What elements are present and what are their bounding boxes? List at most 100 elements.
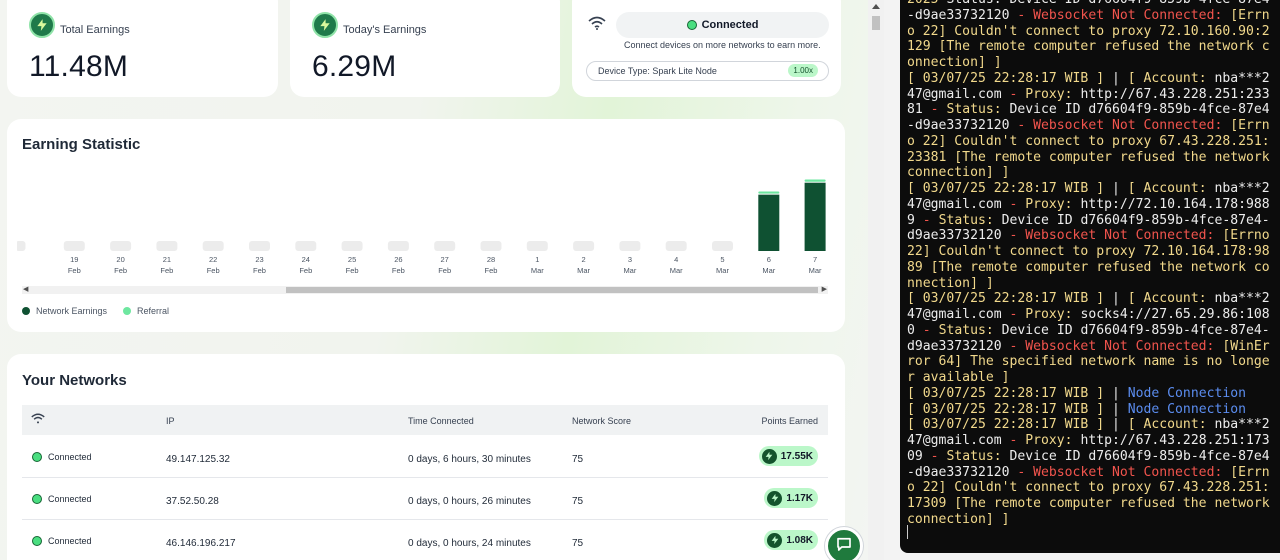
bar-referral	[758, 191, 780, 194]
earning-chart: 19Feb20Feb21Feb22Feb23Feb24Feb25Feb26Feb…	[17, 179, 826, 275]
empty-bar	[480, 241, 502, 251]
todays-earnings-value: 6.29M	[312, 50, 397, 83]
multiplier-badge: 1.00x	[788, 64, 818, 77]
terminal-text-segment: Node Connection	[1127, 401, 1246, 417]
terminal-text-segment: 2025	[907, 0, 939, 7]
header-time-connected: Time Connected	[408, 416, 474, 426]
terminal-window: 2025-Status: Device ID d76604f9-859b-4fc…	[884, 0, 1280, 560]
total-earnings-card: Total Earnings 11.48M	[7, 0, 278, 97]
lightning-icon	[767, 532, 783, 548]
terminal-text-segment: -	[930, 448, 947, 464]
connection-status-text: Connected	[701, 19, 759, 31]
points-badge: 17.55K	[758, 446, 818, 466]
terminal-text-segment: [ Account:	[1127, 291, 1215, 307]
terminal-text-segment: [ Account:	[1127, 181, 1215, 196]
header-points-earned: Points Earned	[761, 416, 818, 426]
x-tick-day: 2	[582, 255, 586, 264]
x-tick-day: 24	[302, 255, 310, 264]
x-tick-month: Feb	[253, 266, 266, 275]
terminal-text-segment: |	[1111, 291, 1128, 307]
empty-bar	[202, 241, 224, 251]
chart-scroll-thumb[interactable]	[286, 287, 818, 293]
your-networks-card: Your Networks IP Time Connected Network …	[7, 354, 845, 560]
terminal-text-segment: [ 03/07/25 22:28:17 WIB ]	[907, 385, 1112, 401]
legend-label-network: Network Earnings	[36, 306, 108, 316]
x-tick-month: Mar	[716, 266, 729, 275]
terminal-text-segment: - Websocket Not Connected:	[1009, 338, 1223, 354]
terminal-text-segment: [ Account:	[1127, 70, 1215, 86]
connection-card: Connected Connect devices on more networ…	[572, 0, 841, 97]
page-scroll-thumb[interactable]	[872, 16, 880, 30]
chevron-right-icon[interactable]: ▶	[822, 285, 827, 293]
chevron-left-icon[interactable]: ◀	[23, 285, 28, 293]
x-tick-month: Mar	[809, 266, 822, 275]
x-tick-month: Feb	[160, 266, 173, 275]
your-networks-title: Your Networks	[22, 372, 127, 389]
x-tick-day: 20	[116, 255, 124, 264]
terminal-text-segment: -	[922, 212, 939, 228]
empty-bar	[665, 241, 687, 251]
terminal-text-segment: |	[1111, 417, 1128, 433]
status-text: Connected	[48, 536, 92, 546]
row-time-connected: 0 days, 0 hours, 26 minutes	[408, 496, 531, 507]
empty-bar	[17, 241, 26, 251]
x-tick-day: 25	[348, 255, 356, 264]
todays-earnings-label: Today's Earnings	[343, 24, 427, 36]
x-tick-month: Mar	[531, 266, 544, 275]
lightning-icon	[767, 490, 783, 506]
x-tick-day: 23	[255, 255, 263, 264]
terminal-text-segment: Node Connection	[1127, 385, 1246, 401]
earning-statistic-card: Earning Statistic 19 Feb 20 Feb 21 Feb 22 Feb 23…	[7, 119, 845, 332]
dashboard: Total Earnings 11.48M Today's Earnings 6…	[0, 0, 868, 560]
terminal-text-segment: [ 03/07/25 22:28:17 WIB ]	[907, 291, 1112, 307]
terminal-text-segment: - Websocket Not Connected:	[1017, 7, 1231, 23]
terminal-output-area[interactable]: 2025-Status: Device ID d76604f9-859b-4fc…	[900, 0, 1280, 553]
row-time-connected: 0 days, 6 hours, 30 minutes	[408, 454, 531, 465]
x-tick-day: 5	[720, 255, 724, 264]
x-tick-day: 1	[535, 255, 539, 264]
lightning-icon	[312, 12, 338, 38]
table-row: Connected 46.146.196.217 0 days, 0 hours…	[22, 520, 828, 560]
x-tick-month: Feb	[346, 266, 359, 275]
points-badge: 1.17K	[764, 488, 818, 508]
scroll-up-icon[interactable]	[872, 4, 880, 9]
row-network-score: 75	[572, 454, 584, 465]
x-tick-month: Feb	[114, 266, 127, 275]
row-status: Connected	[32, 452, 92, 462]
terminal-text-segment: |	[1111, 401, 1128, 417]
chart-scrollbar[interactable]: ◀ ▶	[22, 286, 828, 294]
points-value: 1.17K	[786, 492, 813, 504]
empty-bar	[619, 241, 641, 251]
terminal-text-segment: [ 03/07/25 22:28:17 WIB ]	[907, 70, 1112, 86]
points-badge: 1.08K	[764, 530, 818, 550]
legend-label-referral: Referral	[137, 306, 170, 316]
status-dot	[32, 494, 42, 504]
chat-button[interactable]	[825, 527, 863, 560]
x-tick-month: Mar	[623, 266, 636, 275]
terminal-text-segment: Status:	[938, 322, 1002, 338]
lightning-icon	[29, 12, 55, 38]
terminal-text-segment: |	[1111, 70, 1128, 86]
x-tick-day: 19	[70, 255, 78, 264]
x-tick-month: Feb	[392, 266, 405, 275]
device-type-text: Device Type: Spark Lite Node	[598, 66, 717, 76]
empty-bar	[156, 241, 178, 251]
page-scrollbar[interactable]	[868, 0, 884, 560]
terminal-text-segment: |	[1111, 385, 1128, 401]
x-tick-day: 6	[767, 255, 771, 264]
terminal-text-segment: Proxy:	[1025, 86, 1081, 102]
x-tick-month: Feb	[485, 266, 498, 275]
x-tick-day: 21	[163, 255, 171, 264]
terminal-text-segment: Proxy:	[1025, 196, 1081, 212]
empty-bar	[63, 241, 85, 251]
row-time-connected: 0 days, 0 hours, 24 minutes	[408, 538, 531, 549]
x-tick-day: 3	[628, 255, 632, 264]
terminal-text-segment: Status:	[946, 448, 1010, 464]
points-value: 17.55K	[780, 450, 813, 462]
empty-bar	[341, 241, 363, 251]
x-tick-day: 26	[394, 255, 402, 264]
bar-referral	[804, 179, 826, 182]
row-ip: 49.147.125.32	[166, 454, 230, 465]
legend-swatch-referral	[123, 307, 132, 315]
terminal-text-segment: [ 03/07/25 22:28:17 WIB ]	[907, 417, 1112, 433]
